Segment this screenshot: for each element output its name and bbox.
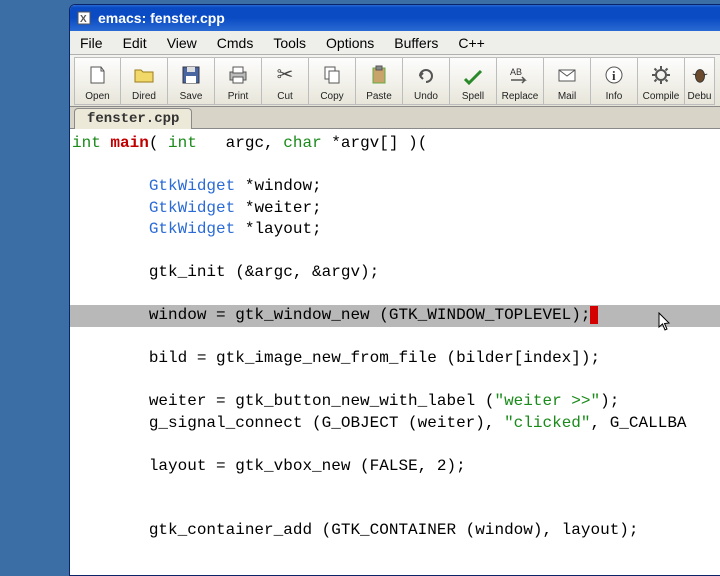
tool-label: Open xyxy=(85,91,109,102)
window-title: emacs: fenster.cpp xyxy=(98,10,225,26)
mail-button[interactable]: Mail xyxy=(544,57,591,105)
tab-bar: fenster.cpp xyxy=(70,107,720,129)
undo-icon xyxy=(415,58,437,91)
code-line xyxy=(70,542,720,564)
info-icon: i xyxy=(603,58,625,91)
emacs-window: X emacs: fenster.cpp File Edit View Cmds… xyxy=(69,4,720,576)
app-icon: X xyxy=(76,10,92,26)
code-line: int main( int argc, char *argv[] )( xyxy=(70,133,720,155)
code-line xyxy=(70,327,720,349)
titlebar[interactable]: X emacs: fenster.cpp xyxy=(70,5,720,31)
tool-label: Print xyxy=(228,91,249,102)
menu-view[interactable]: View xyxy=(157,33,207,52)
code-line: weiter = gtk_button_new_with_label ("wei… xyxy=(70,391,720,413)
svg-text:AB: AB xyxy=(510,67,522,77)
menubar: File Edit View Cmds Tools Options Buffer… xyxy=(70,31,720,55)
menu-edit[interactable]: Edit xyxy=(113,33,157,52)
save-button[interactable]: Save xyxy=(168,57,215,105)
text-cursor xyxy=(590,306,598,324)
code-editor[interactable]: int main( int argc, char *argv[] )( GtkW… xyxy=(70,129,720,575)
tool-label: Replace xyxy=(502,91,539,102)
folder-icon xyxy=(133,58,155,91)
code-line: bild = gtk_image_new_from_file (bilder[i… xyxy=(70,348,720,370)
code-line xyxy=(70,370,720,392)
copy-icon xyxy=(321,58,343,91)
replace-icon: AB xyxy=(509,58,531,91)
compile-button[interactable]: Compile xyxy=(638,57,685,105)
tab-fenster-cpp[interactable]: fenster.cpp xyxy=(74,108,192,129)
dired-button[interactable]: Dired xyxy=(121,57,168,105)
code-line xyxy=(70,434,720,456)
spell-icon xyxy=(462,58,484,91)
code-line: gtk_container_add (GTK_CONTAINER (window… xyxy=(70,520,720,542)
menu-buffers[interactable]: Buffers xyxy=(384,33,448,52)
toolbar: Open Dired Save Print ✂Cut Copy Paste Un… xyxy=(70,55,720,107)
file-open-icon xyxy=(87,58,109,91)
paste-button[interactable]: Paste xyxy=(356,57,403,105)
tool-label: Paste xyxy=(366,91,392,102)
clipboard-icon xyxy=(368,58,390,91)
code-line: gtk_init (&argc, &argv); xyxy=(70,262,720,284)
info-button[interactable]: i Info xyxy=(591,57,638,105)
undo-button[interactable]: Undo xyxy=(403,57,450,105)
gear-icon xyxy=(650,58,672,91)
tool-label: Save xyxy=(180,91,203,102)
cut-button[interactable]: ✂Cut xyxy=(262,57,309,105)
code-line-current: window = gtk_window_new (GTK_WINDOW_TOPL… xyxy=(70,305,720,327)
code-line xyxy=(70,155,720,177)
svg-text:X: X xyxy=(80,14,87,25)
desktop: X emacs: fenster.cpp File Edit View Cmds… xyxy=(0,0,720,576)
svg-text:i: i xyxy=(612,68,616,83)
bug-icon xyxy=(690,58,710,91)
print-button[interactable]: Print xyxy=(215,57,262,105)
tool-label: Undo xyxy=(414,91,438,102)
code-line: GtkWidget *weiter; xyxy=(70,198,720,220)
scissors-icon: ✂ xyxy=(277,58,294,91)
menu-cpp[interactable]: C++ xyxy=(448,33,494,52)
tool-label: Mail xyxy=(558,91,576,102)
tool-label: Debu xyxy=(688,91,712,102)
code-line xyxy=(70,499,720,521)
code-line: g_signal_connect (G_OBJECT (weiter), "cl… xyxy=(70,413,720,435)
menu-cmds[interactable]: Cmds xyxy=(207,33,264,52)
tool-label: Info xyxy=(606,91,623,102)
tool-label: Compile xyxy=(643,91,680,102)
menu-tools[interactable]: Tools xyxy=(263,33,316,52)
code-line xyxy=(70,241,720,263)
tool-label: Copy xyxy=(320,91,343,102)
tool-label: Spell xyxy=(462,91,484,102)
tool-label: Dired xyxy=(132,91,156,102)
copy-button[interactable]: Copy xyxy=(309,57,356,105)
debug-button[interactable]: Debu xyxy=(685,57,715,105)
floppy-icon xyxy=(180,58,202,91)
tool-label: Cut xyxy=(277,91,293,102)
mail-icon xyxy=(556,58,578,91)
menu-file[interactable]: File xyxy=(74,33,113,52)
code-line: GtkWidget *window; xyxy=(70,176,720,198)
menu-options[interactable]: Options xyxy=(316,33,384,52)
printer-icon xyxy=(227,58,249,91)
code-line: layout = gtk_vbox_new (FALSE, 2); xyxy=(70,456,720,478)
code-line xyxy=(70,284,720,306)
code-line xyxy=(70,477,720,499)
replace-button[interactable]: AB Replace xyxy=(497,57,544,105)
spell-button[interactable]: Spell xyxy=(450,57,497,105)
code-line: GtkWidget *layout; xyxy=(70,219,720,241)
open-button[interactable]: Open xyxy=(74,57,121,105)
